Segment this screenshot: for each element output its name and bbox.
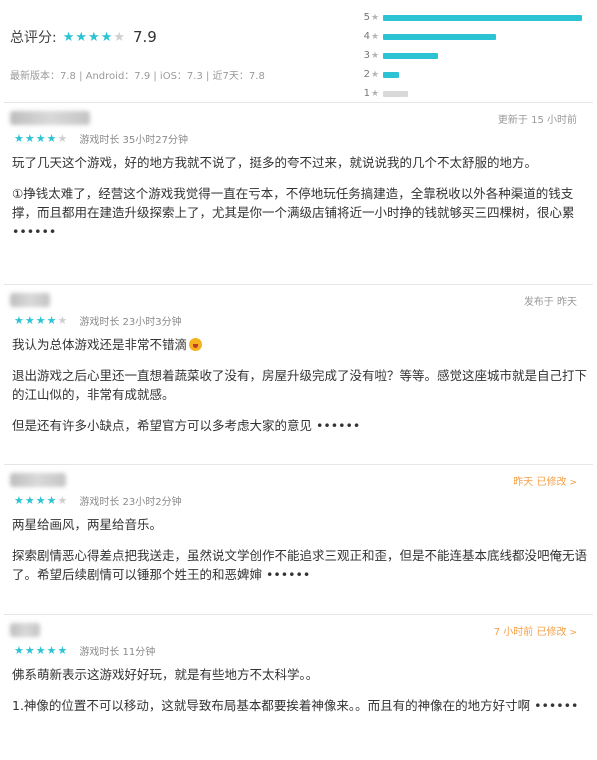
star-icon: ★ xyxy=(371,12,380,23)
star-icon: ★ xyxy=(46,644,57,657)
avatar xyxy=(10,293,50,307)
dist-row-5: 5 ★ xyxy=(360,8,595,27)
avatar xyxy=(10,623,40,637)
review-card[interactable]: 更新于 15 小时前 ★ ★ ★ ★ ★ 游戏时长 35小时27分钟 玩了几天这个游戏，… xyxy=(4,102,593,283)
dist-bar xyxy=(383,52,438,59)
review-paragraph: 但是还有许多小缺点，希望官方可以多考虑大家的意见 •••••• xyxy=(12,418,361,433)
review-paragraph: 玩了几天这个游戏，好的地方我就不说了，挺多的夸不过来，就说说我的几个不太舒服的地… xyxy=(12,155,538,170)
play-time: 游戏时长 35小时27分钟 xyxy=(79,135,189,146)
review-time: 发布于 昨天 xyxy=(523,297,577,308)
review-text: 佛系萌新表示这游戏好好玩，就是有些地方不太科学。。 1.神像的位置不可以移动，这… xyxy=(12,665,587,727)
review-stars: ★ ★ ★ ★ ★ xyxy=(14,645,67,656)
review-paragraph: 我认为总体游戏还是非常不错滴 xyxy=(12,335,587,354)
total-score: 总评分: ★ ★ ★ ★ ★ 7.9 xyxy=(10,24,157,50)
dist-label: 4 xyxy=(363,31,370,42)
review-rating: ★ ★ ★ ★ ★ 游戏时长 23小时3分钟 xyxy=(14,313,182,328)
score-value: 7.9 xyxy=(133,28,157,46)
rating-distribution: 5 ★ 4 ★ 3 ★ 2 ★ 1 ★ xyxy=(360,8,595,103)
star-icon: ★ xyxy=(57,644,68,657)
dist-label: 1 xyxy=(363,88,370,99)
review-text: 两星给画风，两星给音乐。 探索剧情恶心得差点把我送走，虽然说文学创作不能追求三观… xyxy=(12,515,587,596)
review-paragraph: ①挣钱太难了，经营这个游戏我觉得一直在亏本，不停地玩任务搞建造，全靠税收以外各种… xyxy=(12,186,575,239)
star-icon: ★ xyxy=(62,29,75,45)
star-icon: ★ xyxy=(113,29,125,45)
star-icon: ★ xyxy=(88,29,100,45)
review-card[interactable]: 7 小时前 已修改 > ★ ★ ★ ★ ★ 游戏时长 11分钟 佛系萌新表示这游戏好好玩，… xyxy=(4,614,593,760)
review-paragraph: 1.神像的位置不可以移动，这就导致布局基本都要挨着神像来。。而且有的神像在的地方… xyxy=(12,698,579,713)
dist-bar xyxy=(383,33,496,40)
review-paragraph: 佛系萌新表示这游戏好好玩，就是有些地方不太科学。。 xyxy=(12,667,319,682)
score-label: 总评分: xyxy=(10,30,57,46)
star-icon: ★ xyxy=(24,314,35,327)
avatar xyxy=(10,111,90,125)
review-card[interactable]: 昨天 已修改 > ★ ★ ★ ★ ★ 游戏时长 23小时2分钟 两星给画风，两星给音乐。 … xyxy=(4,464,593,615)
star-icon: ★ xyxy=(14,314,24,327)
review-text: 玩了几天这个游戏，好的地方我就不说了，挺多的夸不过来，就说说我的几个不太舒服的地… xyxy=(12,153,587,253)
star-icon: ★ xyxy=(371,50,380,61)
star-icon: ★ xyxy=(371,31,380,42)
star-icon: ★ xyxy=(100,29,113,45)
review-time-text: 昨天 已修改 xyxy=(513,477,567,488)
score-stars: ★ ★ ★ ★ ★ xyxy=(63,31,125,44)
chevron-right-icon[interactable]: > xyxy=(569,478,577,488)
star-icon: ★ xyxy=(14,494,24,507)
star-icon: ★ xyxy=(46,314,57,327)
star-icon: ★ xyxy=(57,494,68,507)
dist-bar xyxy=(383,14,582,21)
star-icon: ★ xyxy=(57,314,68,327)
star-icon: ★ xyxy=(14,644,24,657)
review-paragraph: 两星给画风，两星给音乐。 xyxy=(12,517,163,532)
review-rating: ★ ★ ★ ★ ★ 游戏时长 35小时27分钟 xyxy=(14,131,188,146)
star-icon: ★ xyxy=(24,494,35,507)
chevron-right-icon[interactable]: > xyxy=(569,628,577,638)
review-time: 7 小时前 已修改 > xyxy=(494,623,577,638)
dist-row-1: 1 ★ xyxy=(360,84,595,103)
dist-row-3: 3 ★ xyxy=(360,46,595,65)
star-icon: ★ xyxy=(24,644,35,657)
star-icon: ★ xyxy=(75,29,88,45)
review-card[interactable]: 发布于 昨天 ★ ★ ★ ★ ★ 游戏时长 23小时3分钟 我认为总体游戏还是非常不错滴… xyxy=(4,284,593,463)
laughing-emoji-icon xyxy=(189,338,203,351)
review-rating: ★ ★ ★ ★ ★ 游戏时长 23小时2分钟 xyxy=(14,493,182,508)
version-scores: 最新版本：7.8 | Android：7.9 | iOS：7.3 | 近7天：7… xyxy=(10,71,265,82)
star-icon: ★ xyxy=(35,314,46,327)
review-rating: ★ ★ ★ ★ ★ 游戏时长 11分钟 xyxy=(14,643,155,658)
star-icon: ★ xyxy=(371,88,380,99)
review-text: 我认为总体游戏还是非常不错滴 退出游戏之后心里还一直想着蔬菜收了没有，房屋升级完… xyxy=(12,335,587,447)
star-icon: ★ xyxy=(371,69,380,80)
avatar xyxy=(10,473,66,487)
review-stars: ★ ★ ★ ★ ★ xyxy=(14,315,67,326)
review-time: 更新于 15 小时前 xyxy=(497,115,577,126)
star-icon: ★ xyxy=(46,494,57,507)
review-time: 昨天 已修改 > xyxy=(513,473,577,488)
rating-summary: 总评分: ★ ★ ★ ★ ★ 7.9 最新版本：7.8 | Android：7.9 | … xyxy=(0,0,597,102)
dist-label: 3 xyxy=(363,50,370,61)
star-icon: ★ xyxy=(14,132,24,145)
dist-bar xyxy=(383,90,408,97)
play-time: 游戏时长 23小时3分钟 xyxy=(79,317,182,328)
star-icon: ★ xyxy=(35,132,46,145)
star-icon: ★ xyxy=(35,644,46,657)
star-icon: ★ xyxy=(57,132,68,145)
play-time: 游戏时长 11分钟 xyxy=(79,647,156,658)
review-time-text: 7 小时前 已修改 xyxy=(493,627,567,638)
star-icon: ★ xyxy=(24,132,35,145)
review-paragraph: 退出游戏之后心里还一直想着蔬菜收了没有，房屋升级完成了没有啦？等等。感觉这座城市… xyxy=(12,368,588,402)
review-stars: ★ ★ ★ ★ ★ xyxy=(14,495,67,506)
dist-label: 2 xyxy=(363,69,370,80)
dist-label: 5 xyxy=(363,12,370,23)
dist-bar xyxy=(383,71,399,78)
dist-row-4: 4 ★ xyxy=(360,27,595,46)
review-paragraph: 探索剧情恶心得差点把我送走，虽然说文学创作不能追求三观正和歪，但是不能连基本底线… xyxy=(12,548,588,582)
review-stars: ★ ★ ★ ★ ★ xyxy=(14,133,67,144)
dist-row-2: 2 ★ xyxy=(360,65,595,84)
review-paragraph-text: 我认为总体游戏还是非常不错滴 xyxy=(12,337,188,352)
star-icon: ★ xyxy=(46,132,57,145)
star-icon: ★ xyxy=(35,494,46,507)
play-time: 游戏时长 23小时2分钟 xyxy=(79,497,182,508)
